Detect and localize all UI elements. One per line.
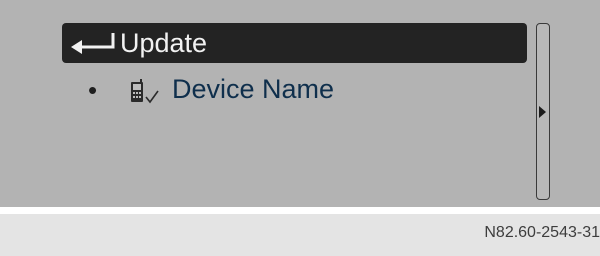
- scrollbar[interactable]: [536, 23, 550, 200]
- device-list-item[interactable]: • Device Name: [88, 70, 518, 110]
- device-name-label: Device Name: [172, 74, 335, 104]
- menu-item-update[interactable]: Update: [62, 23, 527, 63]
- right-arrow-icon[interactable]: [539, 106, 546, 118]
- menu-item-label: Update: [120, 28, 208, 58]
- phone-check-icon: [131, 79, 159, 104]
- return-arrow-icon: [71, 33, 115, 54]
- figure-code: N82.60-2543-31: [484, 224, 600, 241]
- figure-footer: N82.60-2543-31: [0, 214, 600, 256]
- display-screen: Update • Device Name: [0, 0, 600, 207]
- bullet-marker: •: [88, 75, 98, 105]
